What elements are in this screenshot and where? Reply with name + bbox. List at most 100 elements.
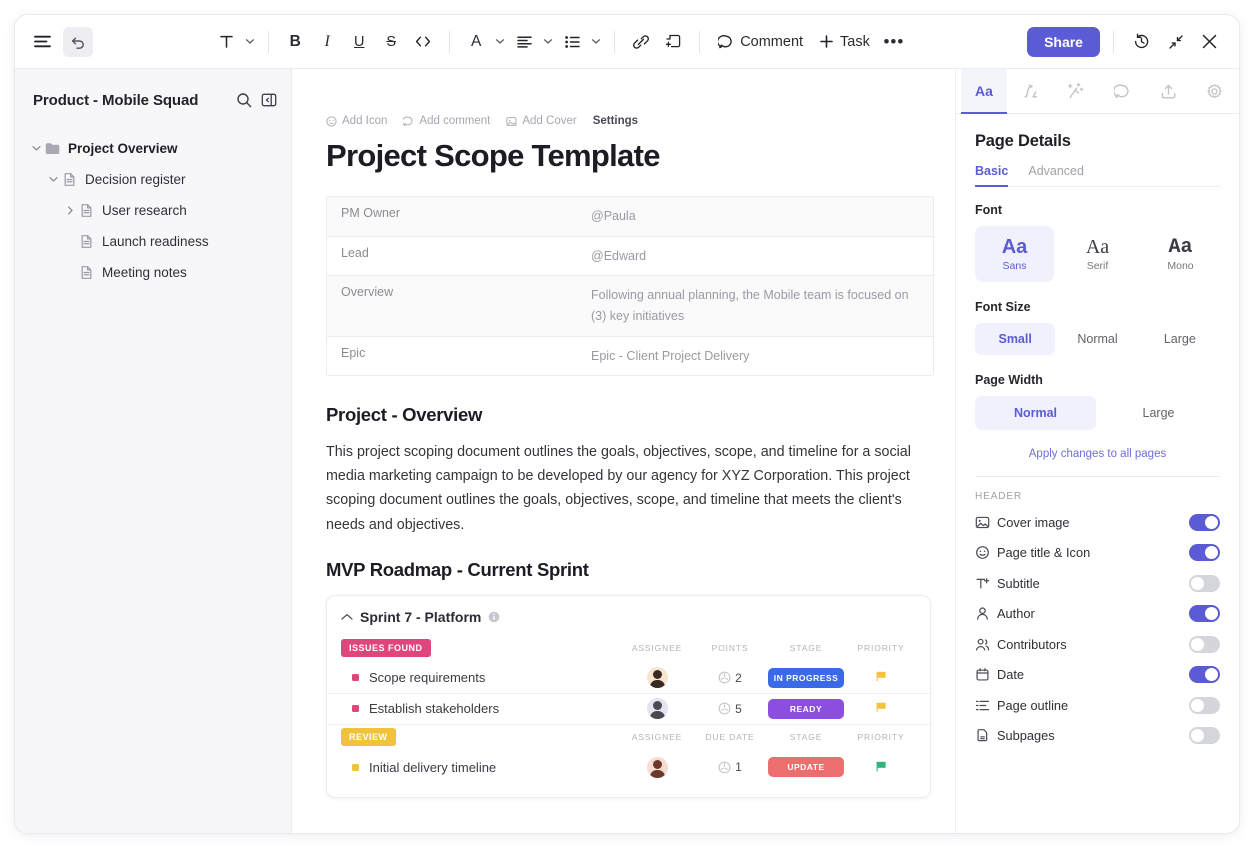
add-comment-button[interactable]: Add comment xyxy=(403,115,490,127)
page-settings-button[interactable]: Settings xyxy=(593,115,638,127)
stage-cell[interactable]: UPDATE xyxy=(764,757,848,778)
subtab-advanced[interactable]: Advanced xyxy=(1028,164,1084,186)
underline-button[interactable]: U xyxy=(344,27,374,57)
add-cover-button[interactable]: Add Cover xyxy=(506,115,577,127)
align-left-icon[interactable] xyxy=(509,27,539,57)
subtab-basic[interactable]: Basic xyxy=(975,164,1009,187)
font-color-icon[interactable]: A xyxy=(461,27,491,57)
points-cell[interactable]: 2 xyxy=(696,671,764,685)
toggle-row-page-outline[interactable]: Page outline xyxy=(975,690,1220,721)
points-cell[interactable]: 1 xyxy=(696,760,764,774)
sidebar-item-user-research[interactable]: User research xyxy=(15,195,291,226)
stage-badge[interactable]: READY xyxy=(768,698,844,719)
toggle-row-subpages[interactable]: Subpages xyxy=(975,721,1220,752)
collapse-panel-icon[interactable] xyxy=(261,92,277,108)
task-group-tag[interactable]: REVIEW xyxy=(341,727,396,746)
priority-cell[interactable] xyxy=(848,670,914,685)
metadata-value[interactable]: @Edward xyxy=(591,237,660,276)
toggle-row-contributors[interactable]: Contributors xyxy=(975,629,1220,660)
text-format-tab[interactable]: Aa xyxy=(961,69,1007,114)
ai-wand-icon[interactable] xyxy=(1053,69,1099,113)
page-width-large[interactable]: Large xyxy=(1098,396,1219,430)
add-icon-button[interactable]: Add Icon xyxy=(326,115,387,127)
collapse-arrows-icon[interactable] xyxy=(1161,27,1191,57)
stage-badge[interactable]: IN PROGRESS xyxy=(768,667,844,688)
points-cell[interactable]: 5 xyxy=(696,702,764,716)
apply-all-pages-link[interactable]: Apply changes to all pages xyxy=(975,448,1220,460)
priority-flag-icon[interactable] xyxy=(875,670,888,685)
assignee-cell[interactable] xyxy=(618,698,696,720)
search-icon[interactable] xyxy=(236,92,252,108)
priority-flag-icon[interactable] xyxy=(875,701,888,716)
toggle-row-author[interactable]: Author xyxy=(975,599,1220,630)
text-style-dropdown-caret[interactable] xyxy=(243,28,257,56)
undo-icon[interactable] xyxy=(63,26,93,57)
toggle-switch[interactable] xyxy=(1189,574,1220,592)
history-clock-icon[interactable] xyxy=(1127,27,1157,57)
comment-button[interactable]: Comment xyxy=(711,27,810,57)
toggle-switch[interactable] xyxy=(1189,666,1220,684)
toggle-switch[interactable] xyxy=(1189,696,1220,714)
sidebar-item-launch-readiness[interactable]: Launch readiness xyxy=(15,226,291,257)
more-options-button[interactable]: ••• xyxy=(879,27,909,57)
chevron-right-icon[interactable] xyxy=(63,206,77,215)
relationship-icon[interactable] xyxy=(1007,69,1053,113)
task-row[interactable]: Establish stakeholders 5 READY xyxy=(327,694,930,725)
sidebar-item-decision-register[interactable]: Decision register xyxy=(15,164,291,195)
share-upload-icon[interactable] xyxy=(1145,69,1191,113)
sidebar-item-project-overview[interactable]: Project Overview xyxy=(15,133,291,164)
font-size-small[interactable]: Small xyxy=(975,323,1056,355)
priority-flag-icon[interactable] xyxy=(875,760,888,775)
bold-button[interactable]: B xyxy=(280,27,310,57)
chevron-down-icon[interactable] xyxy=(29,145,43,152)
list-dropdown-caret[interactable] xyxy=(589,28,603,56)
toggle-row-cover-image[interactable]: Cover image xyxy=(975,507,1220,538)
align-dropdown-caret[interactable] xyxy=(541,28,555,56)
link-icon[interactable] xyxy=(626,27,656,57)
font-option-mono[interactable]: Aa Mono xyxy=(1141,226,1220,282)
info-icon[interactable] xyxy=(488,611,500,623)
stage-cell[interactable]: IN PROGRESS xyxy=(764,667,848,688)
bullet-list-icon[interactable] xyxy=(557,27,587,57)
gear-icon[interactable] xyxy=(1191,69,1237,113)
code-icon[interactable] xyxy=(408,27,438,57)
font-size-large[interactable]: Large xyxy=(1140,323,1220,355)
strikethrough-button[interactable]: S xyxy=(376,27,406,57)
toggle-switch[interactable] xyxy=(1189,605,1220,623)
task-row[interactable]: Scope requirements 2 IN PROGRESS xyxy=(327,663,930,694)
toggle-switch[interactable] xyxy=(1189,727,1220,745)
stage-cell[interactable]: READY xyxy=(764,698,848,719)
assignee-cell[interactable] xyxy=(618,756,696,778)
toggle-switch[interactable] xyxy=(1189,635,1220,653)
stage-badge[interactable]: UPDATE xyxy=(768,757,844,778)
page-width-normal[interactable]: Normal xyxy=(975,396,1096,430)
toggle-row-page-title-icon[interactable]: Page title & Icon xyxy=(975,538,1220,569)
metadata-value[interactable]: Epic - Client Project Delivery xyxy=(591,337,763,376)
sidebar-item-meeting-notes[interactable]: Meeting notes xyxy=(15,257,291,288)
hamburger-menu-icon[interactable] xyxy=(27,27,57,57)
font-option-sans[interactable]: Aa Sans xyxy=(975,226,1054,282)
priority-cell[interactable] xyxy=(848,701,914,716)
toggle-row-date[interactable]: Date xyxy=(975,660,1220,691)
italic-button[interactable]: I xyxy=(312,27,342,57)
comment-icon[interactable] xyxy=(1099,69,1145,113)
attachment-icon[interactable] xyxy=(658,27,688,57)
task-group-tag[interactable]: ISSUES FOUND xyxy=(341,638,431,657)
chevron-down-icon[interactable] xyxy=(46,176,60,183)
priority-cell[interactable] xyxy=(848,760,914,775)
assignee-cell[interactable] xyxy=(618,667,696,689)
share-button[interactable]: Share xyxy=(1027,26,1100,57)
close-x-icon[interactable] xyxy=(1195,27,1225,57)
text-style-icon[interactable] xyxy=(211,27,241,57)
font-color-dropdown-caret[interactable] xyxy=(493,28,507,56)
toggle-row-subtitle[interactable]: Subtitle xyxy=(975,568,1220,599)
task-button[interactable]: Task xyxy=(812,27,877,57)
metadata-value[interactable]: Following annual planning, the Mobile te… xyxy=(591,276,933,335)
chevron-up-icon[interactable] xyxy=(341,613,353,621)
task-row[interactable]: Initial delivery timeline 1 UPDATE xyxy=(327,752,930,783)
toggle-switch[interactable] xyxy=(1189,544,1220,562)
font-size-normal[interactable]: Normal xyxy=(1057,323,1137,355)
metadata-value[interactable]: @Paula xyxy=(591,197,650,236)
toggle-switch[interactable] xyxy=(1189,513,1220,531)
font-option-serif[interactable]: Aa Serif xyxy=(1058,226,1137,282)
